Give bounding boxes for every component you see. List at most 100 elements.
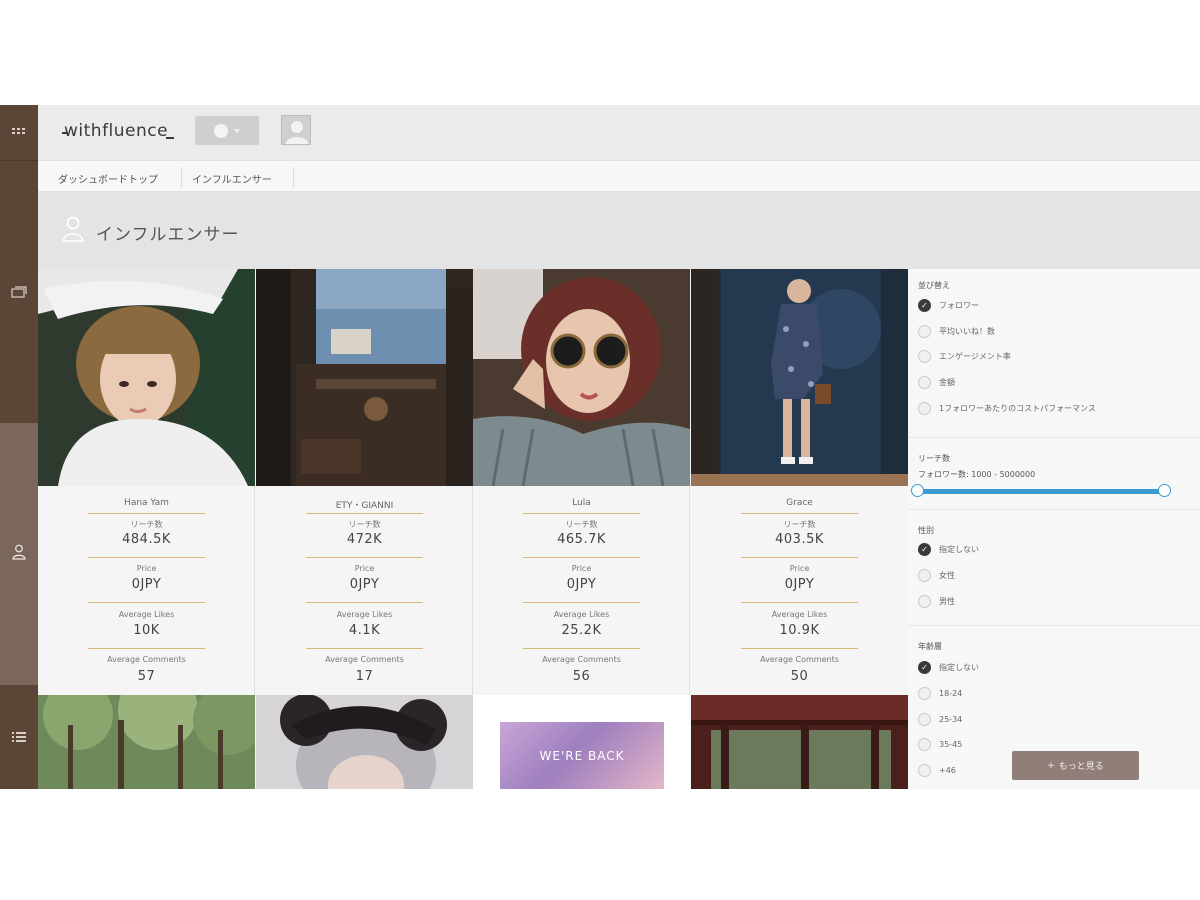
user-icon	[62, 216, 84, 246]
comments-value: 50	[790, 669, 809, 684]
comments-value: 56	[572, 669, 591, 684]
age-option-any[interactable]: ✓ 指定しない	[918, 661, 979, 674]
app-window: withfluence ダッシュボードトップ インフルエンサー インフルエンサー	[0, 105, 1200, 789]
influencer-photo[interactable]	[473, 269, 690, 486]
age-title: 年齢層	[918, 642, 942, 651]
sidebar-item-influencers[interactable]	[0, 423, 38, 685]
influencer-stats: Lula リーチ数 465.7K Price 0JPY Average Like…	[473, 486, 690, 695]
influencer-photo[interactable]: WE'RE BACK	[473, 695, 690, 789]
reach-value: 465.7K	[557, 532, 606, 547]
gender-option-male[interactable]: 男性	[918, 595, 955, 608]
price-label: Price	[136, 564, 157, 573]
influencer-card[interactable]: ETY・GIANNI リーチ数 472K Price 0JPY Average …	[256, 269, 473, 695]
influencer-photo[interactable]	[256, 269, 473, 486]
influencer-grid: Hana Yam リーチ数 484.5K Price 0JPY Average …	[38, 269, 908, 789]
gender-option-any[interactable]: ✓ 指定しない	[918, 543, 979, 556]
reach-value: 403.5K	[775, 532, 824, 547]
reach-label: リーチ数	[783, 520, 816, 529]
radio-icon[interactable]	[918, 376, 931, 389]
brand-logo[interactable]: withfluence	[61, 121, 175, 141]
radio-icon[interactable]	[918, 325, 931, 338]
likes-label: Average Likes	[553, 610, 610, 619]
likes-label: Average Likes	[118, 610, 175, 619]
comments-label: Average Comments	[107, 655, 186, 664]
cards-icon	[11, 283, 27, 302]
radio-icon[interactable]	[918, 713, 931, 726]
comments-label: Average Comments	[325, 655, 404, 664]
radio-icon[interactable]	[918, 687, 931, 700]
sort-option-cost-performance[interactable]: 1フォロワーあたりのコストパフォーマンス	[918, 402, 1096, 415]
avatar[interactable]	[281, 115, 311, 145]
likes-value: 4.1K	[348, 623, 381, 638]
influencer-photo[interactable]	[256, 695, 473, 789]
influencer-photo[interactable]	[691, 695, 908, 789]
likes-value: 10.9K	[779, 623, 820, 638]
influencer-name[interactable]: Grace	[691, 498, 908, 508]
page-title: インフルエンサー	[96, 225, 240, 245]
radio-icon[interactable]	[918, 738, 931, 751]
age-option-35-45[interactable]: 35-45	[918, 738, 962, 751]
radio-checked-icon[interactable]: ✓	[918, 299, 931, 312]
slider-max-handle[interactable]	[1158, 484, 1171, 497]
radio-icon[interactable]	[918, 402, 931, 415]
price-label: Price	[571, 564, 592, 573]
sort-option-price[interactable]: 金額	[918, 376, 955, 389]
breadcrumb: ダッシュボードトップ インフルエンサー	[38, 160, 1200, 192]
reach-range-label: フォロワー数: 1000 - 5000000	[918, 470, 1036, 479]
reach-label: リーチ数	[130, 520, 163, 529]
reach-value: 484.5K	[122, 532, 171, 547]
reach-value: 472K	[346, 532, 383, 547]
influencer-stats: ETY・GIANNI リーチ数 472K Price 0JPY Average …	[256, 486, 473, 695]
user-icon	[12, 544, 26, 564]
reach-range-slider[interactable]	[920, 489, 1166, 494]
chevron-down-icon	[234, 128, 240, 133]
influencer-card[interactable]: Lula リーチ数 465.7K Price 0JPY Average Like…	[473, 269, 690, 695]
influencer-name[interactable]: Hana Yam	[38, 498, 255, 508]
price-label: Price	[354, 564, 375, 573]
account-dropdown[interactable]	[195, 116, 259, 145]
influencer-photo[interactable]	[38, 695, 255, 789]
radio-checked-icon[interactable]: ✓	[918, 543, 931, 556]
banner-text: WE'RE BACK	[539, 749, 625, 763]
gender-option-female[interactable]: 女性	[918, 569, 955, 582]
sort-option-followers[interactable]: ✓ フォロワー	[918, 299, 979, 312]
plus-icon: +	[1047, 760, 1055, 771]
sidebar-item-campaigns[interactable]	[0, 161, 38, 423]
breadcrumb-influencers[interactable]: インフルエンサー	[192, 171, 272, 186]
sort-title: 並び替え	[918, 281, 950, 290]
influencer-stats: Grace リーチ数 403.5K Price 0JPY Average Lik…	[691, 486, 908, 695]
breadcrumb-dashboard-top[interactable]: ダッシュボードトップ	[58, 171, 158, 186]
influencer-card[interactable]: Hana Yam リーチ数 484.5K Price 0JPY Average …	[38, 269, 255, 695]
list-icon	[12, 728, 26, 747]
slider-min-handle[interactable]	[911, 484, 924, 497]
radio-icon[interactable]	[918, 595, 931, 608]
influencer-photo[interactable]	[691, 269, 908, 486]
sort-option-engagement[interactable]: エンゲージメント率	[918, 350, 1011, 363]
price-value: 0JPY	[784, 577, 815, 592]
gender-title: 性別	[918, 526, 934, 535]
likes-value: 10K	[133, 623, 160, 638]
top-header: withfluence	[38, 105, 1200, 160]
influencer-name[interactable]: Lula	[473, 498, 690, 508]
show-more-button[interactable]: + もっと見る	[1012, 751, 1139, 780]
reach-filter-title: リーチ数	[918, 454, 950, 463]
grid-menu-icon[interactable]	[0, 105, 38, 160]
likes-label: Average Likes	[336, 610, 393, 619]
radio-icon[interactable]	[918, 569, 931, 582]
influencer-photo[interactable]	[38, 269, 255, 486]
price-value: 0JPY	[566, 577, 597, 592]
age-option-46-plus[interactable]: +46	[918, 764, 956, 777]
comments-label: Average Comments	[760, 655, 839, 664]
account-dot-icon	[214, 123, 228, 138]
radio-checked-icon[interactable]: ✓	[918, 661, 931, 674]
influencer-name[interactable]: ETY・GIANNI	[256, 498, 473, 511]
radio-icon[interactable]	[918, 350, 931, 363]
sort-option-average-likes[interactable]: 平均いいね！数	[918, 325, 995, 338]
sidebar-item-list[interactable]	[0, 685, 38, 789]
age-option-18-24[interactable]: 18-24	[918, 687, 962, 700]
comments-label: Average Comments	[542, 655, 621, 664]
price-value: 0JPY	[349, 577, 380, 592]
age-option-25-34[interactable]: 25-34	[918, 713, 962, 726]
radio-icon[interactable]	[918, 764, 931, 777]
influencer-card[interactable]: Grace リーチ数 403.5K Price 0JPY Average Lik…	[691, 269, 908, 695]
